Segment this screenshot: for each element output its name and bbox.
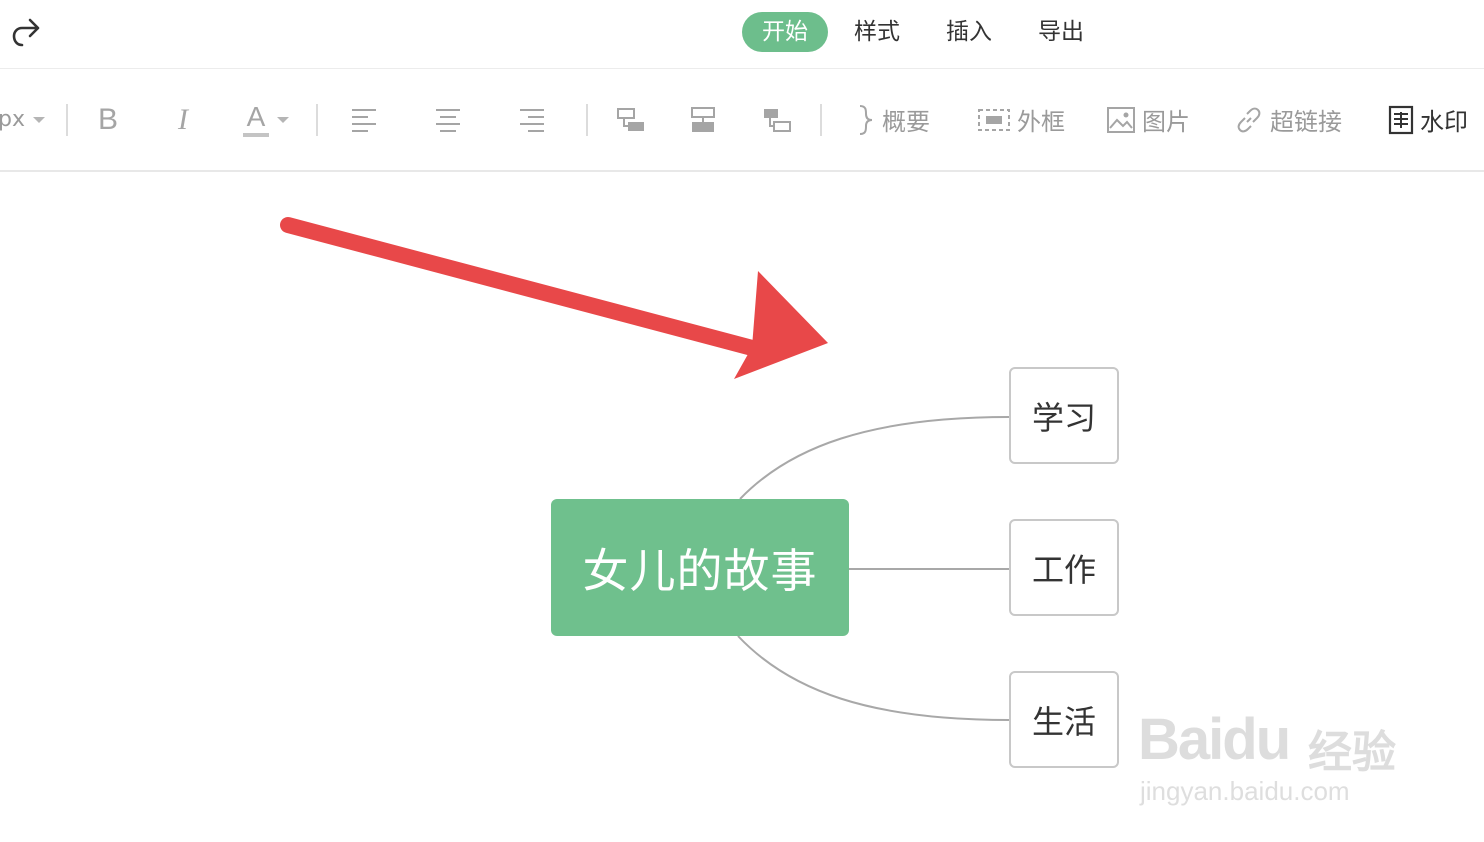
font-color-swatch — [243, 132, 269, 137]
main-tabs: 开始 样式 插入 导出 — [742, 12, 1110, 52]
redo-icon — [12, 18, 40, 47]
chevron-down-icon — [32, 116, 45, 123]
font-size-select[interactable]: px — [0, 69, 45, 170]
redo-button[interactable] — [8, 14, 46, 52]
child-node-life[interactable]: 生活 — [1009, 671, 1119, 768]
hyperlink-button[interactable]: 超链接 — [1234, 69, 1342, 170]
watermark-icon — [1388, 105, 1414, 134]
connector-life — [737, 635, 1010, 721]
child-node-work[interactable]: 工作 — [1009, 519, 1119, 616]
align-center-button[interactable] — [434, 69, 462, 170]
watermark-button[interactable]: 水印 — [1388, 69, 1468, 170]
divider — [586, 104, 588, 136]
align-right-button[interactable] — [518, 69, 546, 170]
chevron-down-icon — [277, 116, 289, 123]
watermark-brand: Baidu — [1138, 706, 1291, 773]
watermark-label: 水印 — [1420, 108, 1468, 136]
align-center-icon — [436, 108, 460, 132]
tab-export[interactable]: 导出 — [1018, 12, 1104, 52]
summary-label: 概要 — [882, 108, 930, 136]
brace-icon — [859, 104, 873, 135]
font-color-letter: A — [246, 100, 266, 132]
divider — [316, 104, 318, 136]
align-right-icon — [520, 108, 544, 132]
baidu-watermark: Baidu 经验 jingyan.baidu.com — [1138, 676, 1408, 816]
divider — [66, 104, 68, 136]
insert-parent-button[interactable] — [762, 69, 792, 170]
watermark-brand-du: du — [1222, 707, 1291, 772]
insert-sibling-icon — [691, 106, 715, 132]
border-button[interactable]: 外框 — [977, 69, 1065, 170]
bold-button[interactable]: B — [98, 69, 118, 170]
child-node-study[interactable]: 学习 — [1009, 367, 1119, 464]
watermark-brand-bai: Bai — [1138, 707, 1224, 772]
connector-study — [739, 416, 1010, 500]
dashed-box-icon — [978, 108, 1010, 131]
italic-icon: I — [178, 102, 188, 136]
insert-child-icon — [617, 107, 644, 131]
tab-style[interactable]: 样式 — [834, 12, 920, 52]
image-button[interactable]: 图片 — [1106, 69, 1190, 170]
divider — [820, 104, 822, 136]
image-label: 图片 — [1142, 108, 1190, 136]
insert-sibling-button[interactable] — [690, 69, 716, 170]
font-color-button[interactable]: A — [243, 69, 289, 170]
top-bar: 开始 样式 插入 导出 — [0, 0, 1484, 69]
tab-start[interactable]: 开始 — [742, 12, 828, 52]
link-icon — [1237, 107, 1261, 132]
align-left-button[interactable] — [350, 69, 378, 170]
format-toolbar: px B I A 概要 外框 图片 超链接 水印 — [0, 69, 1484, 172]
font-size-value: px — [0, 107, 25, 132]
root-node[interactable]: 女儿的故事 — [551, 499, 849, 636]
bold-icon: B — [98, 102, 119, 136]
red-arrow-annotation — [280, 217, 828, 379]
watermark-url: jingyan.baidu.com — [1140, 776, 1350, 806]
italic-button[interactable]: I — [178, 69, 188, 170]
border-label: 外框 — [1017, 108, 1065, 136]
summary-button[interactable]: 概要 — [854, 69, 930, 170]
watermark-brand-cn: 经验 — [1308, 728, 1396, 777]
hyperlink-label: 超链接 — [1270, 108, 1342, 136]
image-icon — [1107, 106, 1135, 133]
insert-child-button[interactable] — [616, 69, 646, 170]
tab-insert[interactable]: 插入 — [926, 12, 1012, 52]
font-color-icon: A — [243, 100, 269, 137]
insert-parent-icon — [764, 108, 791, 132]
mindmap-canvas[interactable]: 女儿的故事 学习 工作 生活 Baidu 经验 jingyan.baidu.co… — [0, 171, 1484, 842]
align-left-icon — [352, 108, 376, 132]
